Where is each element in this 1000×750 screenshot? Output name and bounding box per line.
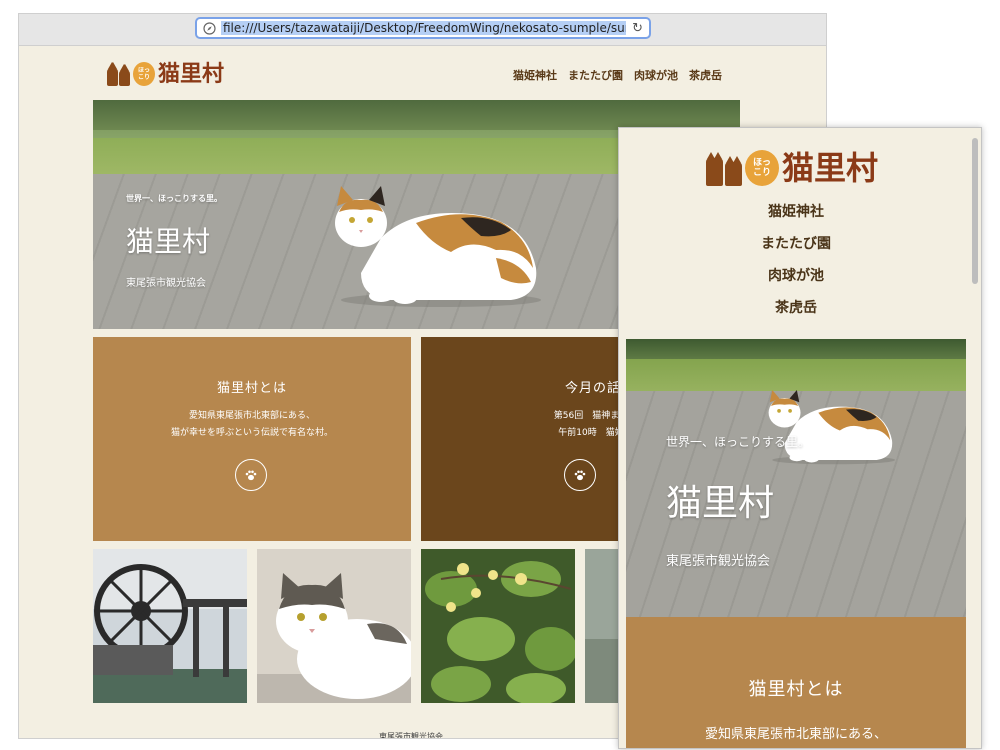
mobile-nav-item-mountain[interactable]: 茶虎岳 [626, 292, 966, 324]
paw-icon [245, 470, 257, 481]
flowers-photo [421, 549, 575, 703]
compass-icon [203, 21, 216, 35]
browser-toolbar: file:///Users/tazawataiji/Desktop/Freedo… [19, 14, 826, 46]
address-bar[interactable]: file:///Users/tazawataiji/Desktop/Freedo… [195, 17, 651, 39]
paw-icon [574, 470, 586, 481]
water-wheel-photo [93, 549, 247, 703]
mobile-scrollbar[interactable] [972, 138, 978, 284]
mobile-hero-org: 東尾張市観光協会 [666, 554, 771, 569]
mobile-logo-circle: ほっこり [745, 150, 779, 186]
logo-text: 猫里村 [158, 61, 225, 87]
card-topic-button[interactable] [564, 459, 596, 491]
address-url[interactable]: file:///Users/tazawataiji/Desktop/Freedo… [221, 21, 627, 35]
thumb-flowers[interactable] [421, 549, 575, 703]
reload-icon[interactable]: ↻ [632, 21, 643, 36]
hero-title: 猫里村 [126, 225, 211, 258]
mobile-browser-window: ほっこり 猫里村 猫姫神社 またたび園 肉球が池 茶虎岳 世界一、ほっこりする里… [618, 127, 982, 749]
mobile-hero-title: 猫里村 [666, 483, 775, 524]
mobile-nav-item-garden[interactable]: またたび園 [626, 228, 966, 260]
thumb-water-wheel[interactable] [93, 549, 247, 703]
mobile-nav-item-shrine[interactable]: 猫姫神社 [626, 196, 966, 228]
cat-silhouettes-icon [107, 62, 130, 86]
nav-item-pond[interactable]: 肉球が池 [634, 67, 678, 83]
desktop-nav: 猫姫神社 またたび園 肉球が池 茶虎岳 [513, 67, 722, 83]
card-about-button[interactable] [235, 459, 267, 491]
desktop-footer: 東尾張市観光協会 [379, 732, 443, 739]
site-logo[interactable]: ほっこり 猫里村 [107, 62, 224, 86]
nav-item-garden[interactable]: またたび園 [568, 67, 623, 83]
mobile-hero-banner: 世界一、ほっこりする里。 猫里村 東尾張市観光協会 [626, 339, 966, 617]
card-about-title: 猫里村とは [216, 381, 287, 396]
mobile-viewport: ほっこり 猫里村 猫姫神社 またたび園 肉球が池 茶虎岳 世界一、ほっこりする里… [626, 132, 966, 748]
mobile-card-about-title: 猫里村とは [748, 679, 844, 700]
card-about-line-2: 猫が幸せを呼ぶという伝説で有名な村。 [170, 428, 333, 438]
cat-photo [257, 549, 411, 703]
mobile-card-about-line: 愛知県東尾張市北東部にある、 [704, 727, 887, 742]
nav-item-mountain[interactable]: 茶虎岳 [689, 67, 722, 83]
mobile-nav: 猫姫神社 またたび園 肉球が池 茶虎岳 [626, 196, 966, 324]
card-about: 猫里村とは 愛知県東尾張市北東部にある、 猫が幸せを呼ぶという伝説で有名な村。 [93, 337, 411, 541]
calico-cat-photo [335, 186, 541, 307]
mobile-hero-tagline: 世界一、ほっこりする里。 [666, 435, 811, 449]
logo-circle: ほっこり [133, 62, 155, 86]
mobile-card-about: 猫里村とは 愛知県東尾張市北東部にある、 [626, 617, 966, 748]
mobile-site-logo[interactable]: ほっこり 猫里村 [706, 150, 878, 186]
hero-tagline: 世界一、ほっこりする里。 [126, 194, 222, 203]
cat-silhouettes-icon [706, 152, 742, 186]
card-about-line-1: 愛知県東尾張市北東部にある、 [188, 411, 315, 421]
mobile-nav-item-pond[interactable]: 肉球が池 [626, 260, 966, 292]
mobile-logo-text: 猫里村 [782, 149, 879, 187]
thumb-cat[interactable] [257, 549, 411, 703]
hero-org: 東尾張市観光協会 [126, 278, 206, 289]
nav-item-shrine[interactable]: 猫姫神社 [513, 67, 557, 83]
